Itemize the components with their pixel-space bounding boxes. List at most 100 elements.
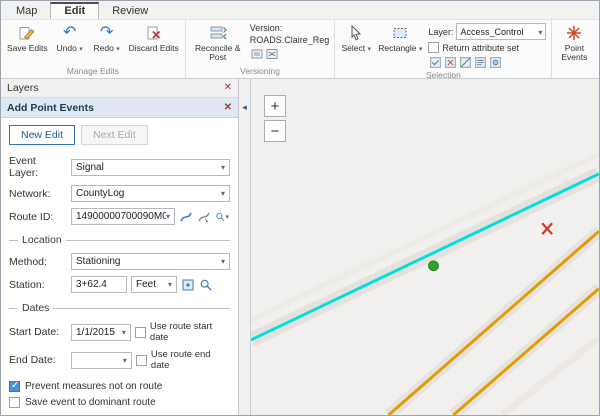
- panel-title: Add Point Events: [7, 102, 94, 114]
- use-route-start-date-checkbox[interactable]: [135, 327, 146, 338]
- layers-close-icon[interactable]: ✕: [224, 83, 232, 93]
- zoom-to-location-icon[interactable]: [199, 278, 213, 292]
- group-selection: Select ▾ Rectangle ▾ Layer: Access_Contr…: [334, 20, 551, 78]
- station-input[interactable]: [71, 276, 127, 293]
- layer-label: Layer:: [428, 27, 453, 37]
- panel-content: New Edit Next Edit Event Layer: Signal N…: [1, 118, 238, 416]
- station-label: Station:: [9, 279, 67, 291]
- cyan-route-line: [251, 174, 599, 340]
- red-x-marker: [542, 223, 552, 234]
- event-layer-select[interactable]: Signal: [71, 159, 230, 176]
- tab-edit[interactable]: Edit: [50, 2, 99, 19]
- discard-edits-button[interactable]: Discard Edits: [126, 22, 182, 54]
- network-row: Network: CountyLog: [9, 185, 230, 202]
- end-date-label: End Date:: [9, 354, 67, 366]
- select-cursor-icon: [347, 23, 365, 43]
- selection-attributes-icon[interactable]: [488, 55, 502, 69]
- event-layer-label: Event Layer:: [9, 155, 67, 179]
- rectangle-select-button[interactable]: Rectangle ▾: [375, 22, 425, 54]
- return-attribute-set-checkbox[interactable]: [428, 42, 439, 53]
- layers-pane-header: Layers ✕: [1, 79, 238, 98]
- prevent-measures-row: Prevent measures not on route: [9, 381, 230, 392]
- pick-location-on-map-icon[interactable]: [181, 278, 195, 292]
- clear-selection-icon[interactable]: [443, 55, 457, 69]
- select-button[interactable]: Select ▾: [338, 22, 374, 54]
- select-route-on-map-icon[interactable]: [197, 210, 211, 224]
- next-edit-button: Next Edit: [81, 125, 148, 145]
- route-id-arrow-icon: [166, 211, 170, 222]
- start-date-input[interactable]: 1/1/2015: [71, 324, 131, 341]
- use-route-end-date-checkbox[interactable]: [136, 355, 147, 366]
- main-area: Layers ✕ Add Point Events ✕ New Edit Nex…: [1, 79, 599, 415]
- discard-edits-icon: [145, 23, 163, 43]
- end-date-arrow-icon: [123, 355, 127, 366]
- version-info: Version: ROADS.Claire_Reg: [248, 22, 332, 62]
- use-route-start-date-label: Use route start date: [150, 321, 230, 343]
- panel-title-bar: Add Point Events ✕: [1, 98, 238, 118]
- reconcile-post-button[interactable]: Reconcile & Post: [189, 22, 247, 63]
- start-date-arrow-icon: [122, 327, 126, 338]
- tab-review[interactable]: Review: [99, 3, 161, 19]
- select-all-icon[interactable]: [428, 55, 442, 69]
- point-events-icon: [565, 23, 583, 43]
- route-id-row: Route ID: 14900000700090M01 ▾: [9, 208, 230, 225]
- pick-route-icon[interactable]: [179, 210, 193, 224]
- event-layer-arrow-icon: [221, 162, 225, 173]
- method-row: Method: Stationing: [9, 253, 230, 270]
- new-edit-button[interactable]: New Edit: [9, 125, 75, 145]
- map-canvas: [251, 79, 599, 415]
- end-date-row: End Date: Use route end date: [9, 349, 230, 371]
- save-dominant-label: Save event to dominant route: [25, 397, 156, 408]
- selection-options: Layer: Access_Control Return attribute s…: [426, 22, 548, 70]
- add-point-events-panel: Layers ✕ Add Point Events ✕ New Edit Nex…: [1, 79, 239, 415]
- zoom-out-button[interactable]: −: [264, 120, 286, 142]
- redo-dropdown-arrow-icon: ▾: [116, 46, 120, 53]
- use-route-end-date-label: Use route end date: [151, 349, 230, 371]
- end-date-input[interactable]: [71, 352, 132, 369]
- redo-button[interactable]: ↷ Redo ▾: [89, 22, 125, 54]
- panel-close-icon[interactable]: ✕: [224, 103, 232, 113]
- reconcile-post-icon: [209, 23, 227, 43]
- save-dominant-checkbox[interactable]: [9, 397, 20, 408]
- group-manage-edits: Save Edits ↶ Undo ▾ ↷ Redo ▾ Discard Edi…: [1, 20, 185, 78]
- event-layer-row: Event Layer: Signal: [9, 155, 230, 179]
- tab-map[interactable]: Map: [3, 3, 50, 19]
- zoom-to-route-icon[interactable]: ▾: [215, 210, 229, 224]
- panel-collapse-strip: [239, 79, 251, 415]
- collapse-panel-icon[interactable]: [239, 99, 251, 115]
- dates-label: Dates: [22, 302, 49, 314]
- manage-edits-group-label: Manage Edits: [1, 66, 185, 78]
- redo-icon: ↷: [100, 23, 113, 43]
- version-list-icon[interactable]: [250, 47, 264, 61]
- network-select[interactable]: CountyLog: [71, 185, 230, 202]
- map-view[interactable]: + −: [251, 79, 599, 415]
- station-unit-select[interactable]: Feet: [131, 276, 177, 293]
- prevent-measures-label: Prevent measures not on route: [25, 381, 162, 392]
- undo-icon: ↶: [63, 23, 76, 43]
- line-events-button[interactable]: Line Events: [594, 22, 600, 63]
- version-label: Version:: [250, 23, 330, 33]
- save-dominant-row: Save event to dominant route: [9, 397, 230, 408]
- location-separator: Location: [9, 234, 230, 246]
- method-select[interactable]: Stationing: [71, 253, 230, 270]
- version-value[interactable]: ROADS.Claire_Reg: [250, 35, 330, 45]
- point-events-button[interactable]: Point Events: [555, 22, 593, 63]
- method-label: Method:: [9, 256, 67, 268]
- invert-selection-icon[interactable]: [458, 55, 472, 69]
- route-id-select[interactable]: 14900000700090M01: [71, 208, 175, 225]
- save-edits-button[interactable]: Save Edits: [4, 22, 51, 54]
- station-row: Station: Feet: [9, 276, 230, 293]
- version-manage-icon[interactable]: [265, 47, 279, 61]
- undo-button[interactable]: ↶ Undo ▾: [52, 22, 88, 54]
- group-edit-events: Point Events Line Events Event Replaceme…: [551, 20, 600, 78]
- layer-select[interactable]: Access_Control: [456, 23, 546, 40]
- start-date-row: Start Date: 1/1/2015 Use route start dat…: [9, 321, 230, 343]
- ribbon-tab-bar: Map Edit Review: [1, 1, 599, 20]
- zoom-in-button[interactable]: +: [264, 95, 286, 117]
- app-window: Map Edit Review Save Edits ↶ Undo ▾ ↷: [0, 0, 600, 416]
- prevent-measures-checkbox[interactable]: [9, 381, 20, 392]
- select-by-attributes-icon[interactable]: [473, 55, 487, 69]
- zoom-route-arrow-icon: ▾: [225, 213, 229, 221]
- layers-pane-title: Layers: [7, 82, 39, 94]
- rectangle-select-icon: [391, 23, 409, 43]
